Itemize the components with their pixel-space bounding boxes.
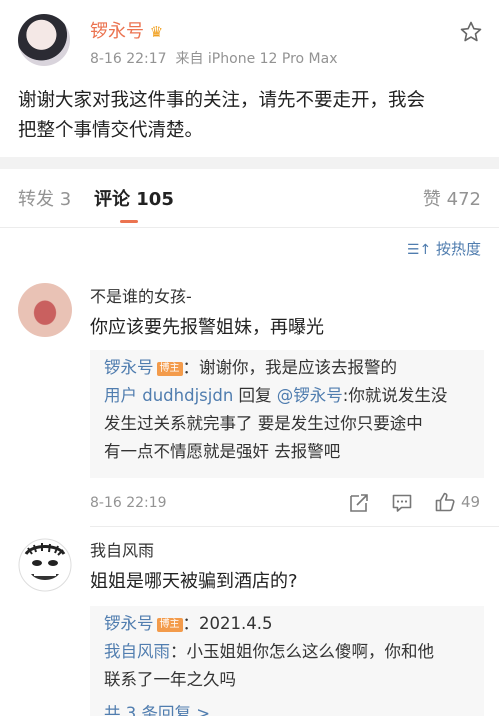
reply-comment-icon[interactable] (391, 492, 413, 514)
sort-by-hot[interactable]: ☰↑ 按热度 (407, 238, 481, 261)
post-author-avatar[interactable] (18, 14, 70, 66)
like-thumb-icon[interactable] (434, 491, 456, 513)
post-text-line-2: 把整个事情交代清楚。 (18, 120, 204, 141)
reply-2-1[interactable]: 锣永号 博主 ：2021.4.5 (104, 610, 484, 638)
comment-2-username[interactable]: 我自风雨 (90, 540, 154, 562)
more-replies-link[interactable]: 共 3 条回复 > (104, 700, 484, 716)
post-author-name[interactable]: 锣永号 ♛ (90, 20, 163, 44)
tab-repost[interactable]: 转发 3 (18, 188, 71, 212)
reply-1-2-text: :你就说发生没 (342, 386, 448, 405)
reply-1-2-user[interactable]: 用户 dudhdjsjdn (104, 386, 233, 405)
author-badge: 博主 (156, 618, 183, 632)
reply-1-1[interactable]: 锣永号 博主 ：谢谢你，我是应该去报警的 (104, 354, 484, 382)
reply-2-2-user[interactable]: 我自风雨 (104, 642, 170, 661)
meme-face-icon (18, 538, 72, 592)
crown-icon: ♛ (149, 23, 164, 41)
reply-2-2[interactable]: 我自风雨：小玉姐姐你怎么这么傻啊，你和他 联系了一年之久吗 (104, 638, 484, 694)
tab-likes[interactable]: 赞 472 (423, 188, 481, 212)
sort-icon: ☰↑ (406, 242, 432, 258)
post-author-name-text[interactable]: 锣永号 (90, 21, 144, 42)
share-icon[interactable] (348, 492, 370, 514)
post-text-line-1: 谢谢大家对我这件事的关注，请先不要走开，我会 (18, 90, 426, 111)
sort-label: 按热度 (435, 240, 481, 258)
favorite-star-icon[interactable] (459, 20, 483, 44)
comment-2-text: 姐姐是哪天被骗到酒店的? (90, 571, 298, 592)
reply-2-1-text: ：2021.4.5 (182, 614, 273, 633)
reply-2-1-user[interactable]: 锣永号 (104, 614, 154, 633)
reply-2-2-line-2: 联系了一年之久吗 (104, 670, 236, 689)
reply-1-2-line-2: 发生过关系就完事了 要是发生过你只要途中 (104, 414, 423, 433)
reply-1-2[interactable]: 用户 dudhdjsjdn 回复 @锣永号:你就说发生没 发生过关系就完事了 要… (104, 382, 484, 466)
section-divider (0, 157, 499, 169)
comment-1-username[interactable]: 不是谁的女孩- (90, 286, 192, 308)
comment-divider (90, 526, 499, 527)
reply-1-1-user[interactable]: 锣永号 (104, 358, 154, 377)
tab-active-indicator (120, 220, 138, 223)
reply-2-2-text: ：小玉姐姐你怎么这么傻啊，你和他 (170, 642, 434, 661)
comment-1-avatar[interactable] (18, 283, 72, 337)
reply-1-2-line-3: 有一点不情愿就是强奸 去报警吧 (104, 442, 341, 461)
post-meta: 8-16 22:17 来自 iPhone 12 Pro Max (90, 51, 338, 67)
comment-2-replies[interactable]: 锣永号 博主 ：2021.4.5 我自风雨：小玉姐姐你怎么这么傻啊，你和他 联系了一… (90, 606, 484, 716)
tabs-divider (0, 227, 499, 228)
reply-1-1-text: ：谢谢你，我是应该去报警的 (182, 358, 398, 377)
tab-comments[interactable]: 评论 105 (94, 188, 174, 212)
comment-1-text: 你应该要先报警姐妹，再曝光 (90, 317, 324, 338)
reply-1-2-reply-word: 回复 (233, 386, 277, 405)
author-badge: 博主 (156, 362, 183, 376)
comment-1-time: 8-16 22:19 (90, 495, 167, 511)
comment-1-replies[interactable]: 锣永号 博主 ：谢谢你，我是应该去报警的 用户 dudhdjsjdn 回复 @锣永号… (90, 350, 484, 478)
reply-1-2-mention[interactable]: @锣永号 (277, 386, 343, 405)
post-text: 谢谢大家对我这件事的关注，请先不要走开，我会 把整个事情交代清楚。 (18, 86, 488, 146)
comment-1-like-count: 49 (461, 493, 481, 511)
comment-2-avatar[interactable] (18, 538, 72, 592)
